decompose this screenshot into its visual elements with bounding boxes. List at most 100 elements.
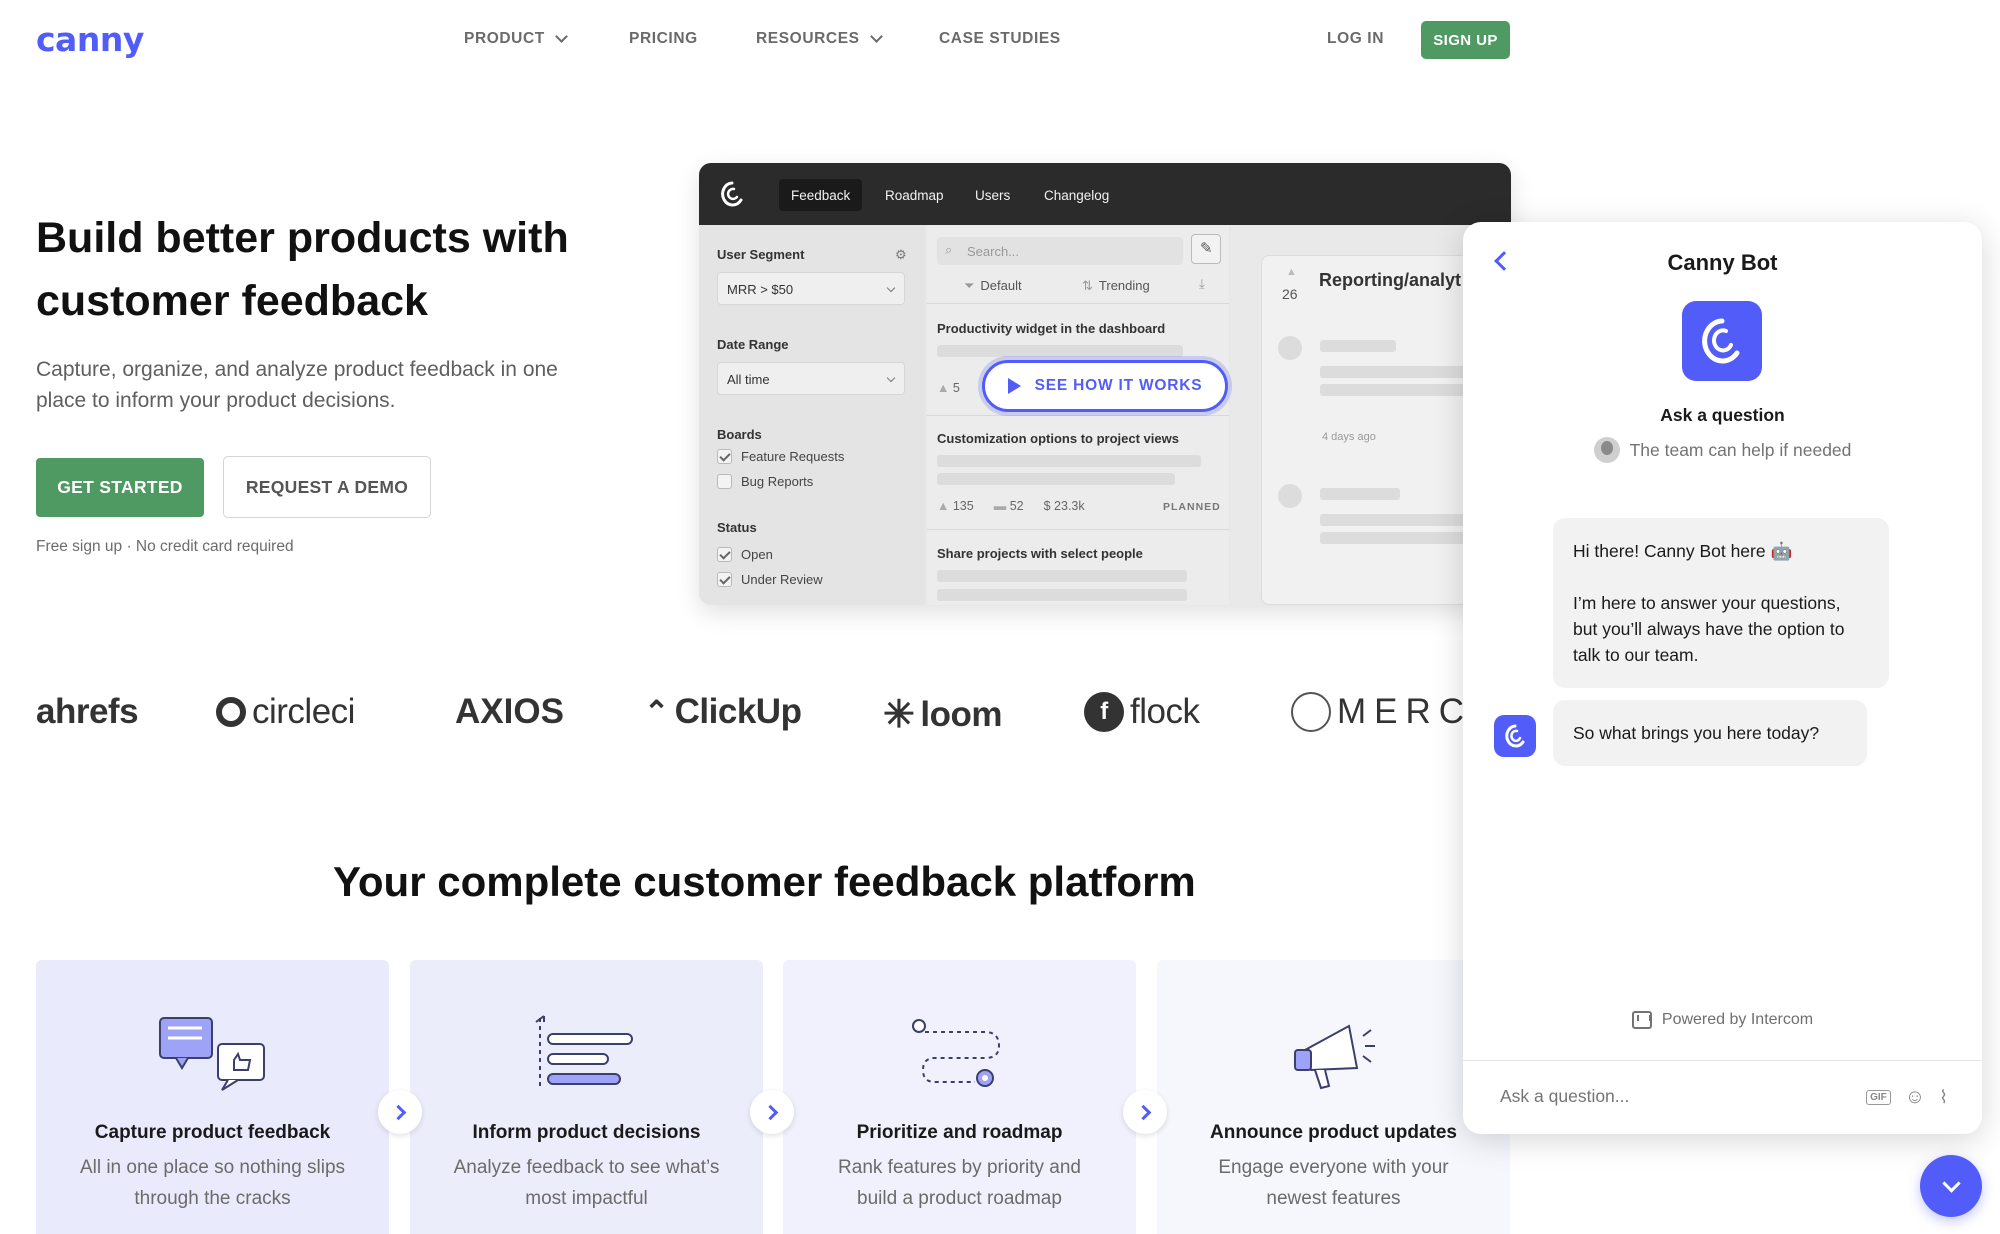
nav-pricing[interactable]: PRICING [629,30,698,48]
login-link[interactable]: LOG IN [1327,30,1384,48]
next-arrow-button[interactable] [378,1090,422,1134]
canny-bot-avatar [1682,301,1762,381]
post-title: Productivity widget in the dashboard [937,321,1166,336]
placeholder-line [1320,488,1400,500]
user-segment-select: MRR > $50 [717,272,905,305]
team-note: The team can help if needed [1463,437,1982,463]
get-started-button[interactable]: GET STARTED [36,458,204,517]
download-icon: ⤓ [1199,276,1205,291]
post-meta: ▲ 5 [937,381,960,395]
logo-loom: ✳ loom [883,692,1002,737]
checkbox-checked [717,572,732,587]
next-arrow-button[interactable] [750,1090,794,1134]
feature-title: Capture product feedback [94,1122,331,1143]
bot-avatar-small [1494,715,1536,757]
feature-title: Announce product updates [1210,1122,1457,1143]
logo-circleci: circleci [216,692,355,732]
nav-resources[interactable]: RESOURCES [756,30,883,48]
status-option-label: Open [741,547,773,562]
status-option-label: Under Review [741,572,823,587]
nav-case-studies-label: CASE STUDIES [939,30,1061,47]
canny-logo[interactable]: canny [36,20,144,59]
filter-icon: ⏷ [964,278,975,293]
nav-pricing-label: PRICING [629,30,698,47]
checkbox-checked [717,449,732,464]
search-icon: ⌕ [945,242,953,257]
user-segment-value: MRR > $50 [727,282,794,297]
logo-flock: f flock [1084,692,1200,732]
chevron-down-icon [1941,1173,1961,1193]
logo-loom-text: loom [920,694,1002,734]
post-meta: ▲ 135 ▬ 52 $ 23.3k [937,499,1085,513]
chevron-down-icon [886,283,896,293]
list-bars-icon [534,1015,633,1090]
upvote-icon: ▲ [937,381,953,395]
gif-icon[interactable]: GIF [1866,1090,1891,1105]
avatar [1278,336,1302,360]
emoji-icon[interactable]: ☺ [1905,1086,1925,1109]
nav-case-studies[interactable]: CASE STUDIES [939,30,1061,48]
bot-message-line: Hi there! Canny Bot here 🤖 [1573,541,1793,561]
see-how-it-works-button[interactable]: SEE HOW IT WORKS [982,360,1228,412]
date-range-value: All time [727,372,770,387]
bot-message-line: I’m here to answer your questions, but y… [1573,593,1845,665]
mockup-tab-roadmap: Roadmap [885,187,944,203]
boards-label: Boards [717,427,762,442]
divider [1463,1060,1982,1061]
canny-mark-icon [1505,724,1525,748]
nav-resources-label: RESOURCES [756,30,860,47]
logo-flock-text: flock [1130,692,1200,731]
chevron-down-icon [869,30,883,43]
powered-by[interactable]: Powered by Intercom [1463,1011,1982,1029]
request-demo-button[interactable]: REQUEST A DEMO [223,456,431,518]
feature-card-capture[interactable]: Capture product feedback All in one plac… [36,960,389,1234]
hero-subtitle: Capture, organize, and analyze product f… [36,358,558,412]
nav-product-label: PRODUCT [464,30,545,47]
user-segment-label: User Segment [717,247,805,262]
status-under-review: Under Review [717,572,823,587]
logo-clickup-text: ClickUp [674,692,802,731]
sort-default-label: Default [980,278,1022,293]
signup-button[interactable]: SIGN UP [1421,21,1510,59]
ask-question-heading: Ask a question [1660,405,1785,425]
divider [927,415,1229,416]
bot-message: So what brings you here today? [1553,700,1867,766]
circleci-icon [216,697,246,727]
logo-clickup: ⌃ ClickUp [644,692,802,732]
mockup-post-list: Search... ⌕ ✎ ⏷ Default ⇅ Trending ⤓ Produ… [927,225,1229,605]
chevron-down-icon [554,30,568,43]
team-avatar [1593,437,1620,463]
canny-mark-icon [721,181,743,207]
feature-card-inform[interactable]: Inform product decisions Analyze feedbac… [410,960,763,1234]
post-status-badge: PLANNED [1163,501,1221,513]
date-range-label: Date Range [717,337,789,352]
mockup-topbar: Feedback Roadmap Users Changelog [699,163,1511,225]
nav-product[interactable]: PRODUCT [464,30,568,48]
feature-card-prioritize[interactable]: Prioritize and roadmap Rank features by … [783,960,1136,1234]
post-title: Share projects with select people [937,546,1143,561]
placeholder-line [1320,340,1396,352]
divider [927,303,1229,304]
post-votes-value: 135 [952,499,974,513]
chat-tools: GIF ☺ ⌇ [1866,1086,1948,1109]
chat-title: Canny Bot [1667,250,1778,275]
next-arrow-button[interactable] [1123,1090,1167,1134]
feature-card-announce[interactable]: Announce product updates Engage everyone… [1157,960,1510,1234]
bot-message: Hi there! Canny Bot here 🤖 I’m here to a… [1553,518,1889,688]
sort-trending: ⇅ Trending [1082,278,1150,294]
placeholder-line [937,570,1187,582]
feature-title: Prioritize and roadmap [856,1122,1063,1143]
logo-circleci-text: circleci [252,692,355,731]
post-votes: ▲ 135 [937,499,974,513]
board-feature-requests: Feature Requests [717,449,844,464]
post-votes-value: 5 [952,381,960,395]
chat-input[interactable]: Ask a question... [1500,1086,1629,1107]
attachment-icon[interactable]: ⌇ [1939,1087,1948,1108]
chat-launcher-button[interactable] [1920,1155,1982,1217]
play-icon [1007,378,1021,394]
comment-icon: ▬ [993,499,1010,513]
chat-widget[interactable]: Canny Bot Ask a question The team can he… [1463,222,1982,1134]
sort-icon: ⇅ [1082,278,1093,293]
placeholder-line [937,473,1175,485]
megaphone-icon [1293,1024,1375,1090]
